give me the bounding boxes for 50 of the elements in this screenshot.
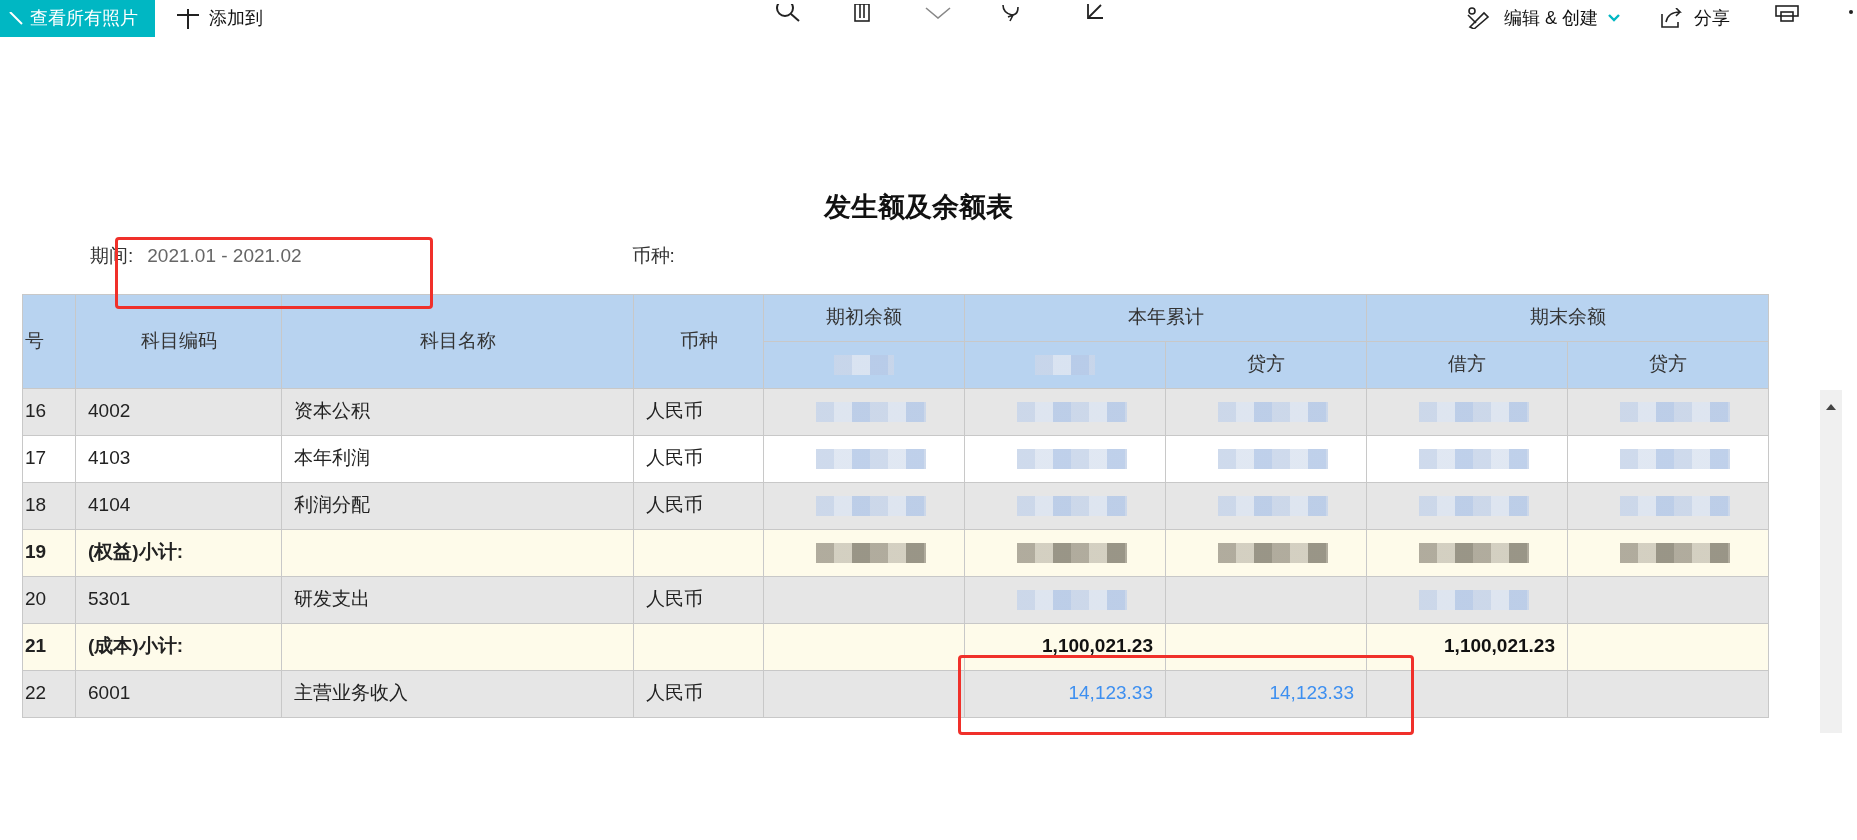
table-cell: (权益)小计: [75,529,282,576]
table-cell: 人民币 [633,388,764,435]
redacted-blur [834,354,894,375]
amount-cell: 1,100,021.23 [1366,623,1568,670]
row-number: 19 [22,529,76,576]
column-header: 本年累计 [964,294,1367,341]
table-cell: 人民币 [633,435,764,482]
row-number: 22 [22,670,76,717]
column-header: 币种 [633,294,764,388]
column-header: 科目名称 [281,294,634,388]
row-number: 20 [22,576,76,623]
currency-label: 币种: [631,243,675,268]
row-number: 16 [22,388,76,435]
table-cell: 人民币 [633,482,764,529]
column-header: 期初余额 [763,294,965,341]
table-cell: (成本)小计: [75,623,282,670]
share-icon [1660,8,1684,28]
column-header: 借方 [1366,341,1568,388]
scrollbar[interactable] [1820,390,1842,733]
row-number: 17 [22,435,76,482]
edit-create-button[interactable]: 编辑 & 创建 [1458,4,1628,32]
add-to-button[interactable]: 添加到 [169,5,271,32]
table-cell: 4002 [75,388,282,435]
table-cell: 主营业务收入 [281,670,634,717]
table-cell: 4104 [75,482,282,529]
amount-cell: 14,123.33 [964,670,1166,717]
row-number: 18 [22,482,76,529]
column-header: 贷方 [1567,341,1769,388]
caret-icon [1608,14,1620,22]
scroll-up-icon[interactable] [1826,402,1836,410]
column-header: 科目编码 [75,294,282,388]
row-number: 21 [22,623,76,670]
column-header: 号 [22,294,76,388]
amount-cell: 14,123.33 [1165,670,1367,717]
redacted-blur [1035,354,1095,375]
table-cell: 人民币 [633,670,764,717]
period-value: 2021.01 - 2021.02 [147,243,302,268]
table-cell: 利润分配 [281,482,634,529]
column-header: 期末余额 [1366,294,1769,341]
table-cell: 5301 [75,576,282,623]
table-cell: 人民币 [633,576,764,623]
table-cell: 资本公积 [281,388,634,435]
share-button[interactable]: 分享 [1652,4,1738,32]
plus-icon [177,8,199,29]
table-cell: 6001 [75,670,282,717]
column-header: 贷方 [1165,341,1367,388]
table-cell: 4103 [75,435,282,482]
table-cell: 研发支出 [281,576,634,623]
report-title: 发生额及余额表 [822,191,1014,224]
table-cell: 本年利润 [281,435,634,482]
